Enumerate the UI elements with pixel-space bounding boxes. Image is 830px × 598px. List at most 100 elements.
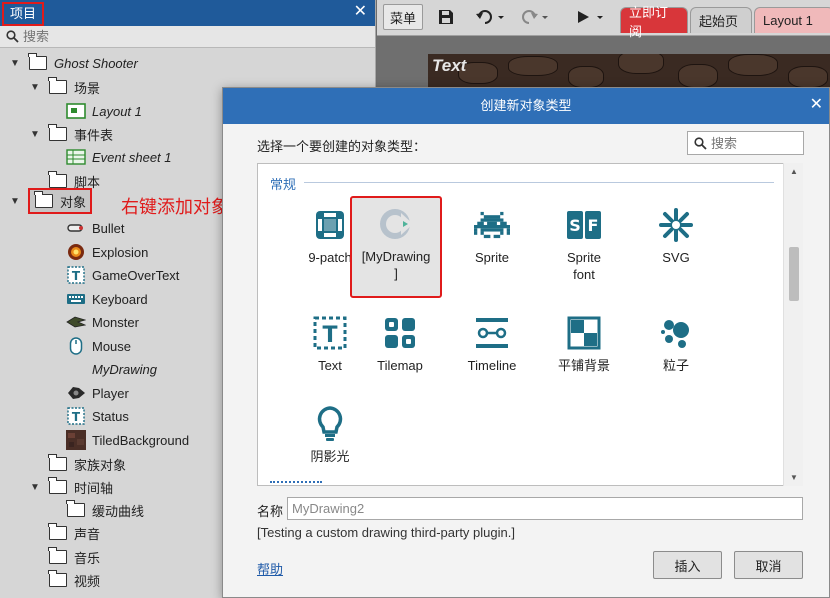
- folder-icon: [48, 477, 67, 494]
- cancel-button[interactable]: 取消: [734, 551, 803, 579]
- category-label: 常规: [270, 177, 297, 192]
- undo-icon[interactable]: [473, 4, 507, 30]
- tree-item-layout[interactable]: Layout 1: [66, 100, 142, 122]
- mouse-icon: [66, 337, 86, 355]
- type-tile-shadow-light[interactable]: 阴影光: [284, 398, 376, 485]
- type-label: Sprite: [475, 250, 509, 265]
- tree-object-item[interactable]: Monster: [66, 311, 139, 333]
- tree-folder-easing[interactable]: 缓动曲线: [66, 499, 144, 521]
- layout-canvas[interactable]: Text: [428, 54, 830, 90]
- tree-folder-scenes[interactable]: ▼ 场景: [28, 76, 100, 98]
- redo-icon[interactable]: [517, 4, 551, 30]
- tree-object-item[interactable]: Keyboard: [66, 288, 148, 310]
- tree-object-item[interactable]: MyDrawing: [66, 358, 157, 380]
- type-label: Tilemap: [377, 358, 423, 373]
- scrollbar-thumb[interactable]: [789, 247, 799, 301]
- project-panel-title: 项目: [2, 2, 45, 26]
- canvas-text-object[interactable]: Text: [432, 56, 466, 76]
- name-input[interactable]: [287, 497, 803, 520]
- type-tile-timeline[interactable]: Timeline: [446, 307, 538, 403]
- dialog-search-bar[interactable]: [687, 131, 804, 155]
- collapse-arrow-icon[interactable]: ▼: [8, 56, 22, 70]
- tree-item-label: Player: [92, 385, 129, 401]
- folder-icon: [48, 523, 67, 540]
- tree-object-item[interactable]: T Status: [66, 405, 129, 427]
- insert-button[interactable]: 插入: [653, 551, 722, 579]
- tree-item-label: Keyboard: [92, 291, 148, 307]
- tree-item-label: Event sheet 1: [92, 149, 172, 165]
- tree-item-label: Mouse: [92, 338, 132, 354]
- tiled-background-thumb-icon: [66, 430, 86, 450]
- object-type-list: 常规 9-patch [MyDrawing ] Sprite SF Sprite…: [257, 163, 803, 486]
- tree-object-item[interactable]: TiledBackground: [66, 429, 189, 451]
- type-label: [MyDrawing ]: [361, 249, 431, 281]
- shadow-light-icon: [310, 404, 350, 444]
- tree-folder-videos[interactable]: 视频: [48, 569, 100, 591]
- tree-item-label: TiledBackground: [92, 432, 190, 448]
- type-label: SVG: [662, 250, 690, 265]
- close-icon[interactable]: ✕: [354, 4, 367, 20]
- tree-object-item[interactable]: Mouse: [66, 335, 131, 357]
- main-toolbar: 菜单 立即订阅 起始页 Layout 1: [377, 0, 830, 39]
- tree-item-label: Layout 1: [92, 103, 142, 119]
- tree-item-label: MyDrawing: [92, 361, 158, 377]
- svg-text:T: T: [72, 410, 81, 424]
- scroll-up-icon[interactable]: ▲: [784, 167, 804, 176]
- help-link[interactable]: 帮助: [257, 559, 283, 578]
- tree-folder-label: 声音: [74, 526, 101, 542]
- tiled-background-icon: [564, 313, 604, 353]
- tab-start-page[interactable]: 起始页: [690, 7, 752, 33]
- tree-root[interactable]: ▼ Ghost Shooter: [8, 52, 138, 74]
- tree-folder-event-sheets[interactable]: ▼ 事件表: [28, 123, 113, 145]
- tree-folder-objects[interactable]: ▼ 对象: [8, 188, 93, 214]
- play-icon[interactable]: [573, 4, 607, 30]
- tree-folder-label: 对象: [60, 194, 87, 210]
- type-list-scrollbar[interactable]: ▲ ▼: [783, 163, 803, 486]
- type-tile-particles[interactable]: 粒子: [630, 307, 722, 403]
- tree-item-event-sheet[interactable]: Event sheet 1: [66, 146, 172, 168]
- tree-object-item[interactable]: Bullet: [66, 217, 125, 239]
- tree-folder-sounds[interactable]: 声音: [48, 522, 100, 544]
- project-search-bar[interactable]: [0, 26, 375, 48]
- tab-layout[interactable]: Layout 1: [754, 7, 830, 33]
- tree-folder-timelines[interactable]: ▼ 时间轴: [28, 476, 113, 498]
- svg-icon: [656, 205, 696, 245]
- objects-folder-highlight[interactable]: 对象: [28, 188, 93, 214]
- bullet-icon: [66, 219, 86, 237]
- search-icon: [6, 30, 19, 43]
- tree-object-item[interactable]: Player: [66, 382, 129, 404]
- collapse-arrow-icon[interactable]: ▼: [8, 194, 22, 208]
- mydrawing-icon: [376, 204, 416, 244]
- collapse-arrow-icon[interactable]: ▼: [28, 127, 42, 141]
- scroll-down-icon[interactable]: ▼: [784, 473, 804, 482]
- folder-icon: [48, 124, 67, 141]
- project-search-input[interactable]: [23, 29, 323, 44]
- collapse-arrow-icon[interactable]: ▼: [28, 80, 42, 94]
- dialog-search-input[interactable]: [711, 135, 791, 151]
- tree-item-label: Status: [92, 408, 129, 424]
- close-icon[interactable]: ✕: [810, 97, 823, 113]
- tree-item-label: Monster: [92, 314, 139, 330]
- type-tile-svg[interactable]: SVG: [630, 199, 722, 295]
- folder-icon: [28, 53, 47, 70]
- tree-folder-label: 家族对象: [74, 457, 127, 473]
- collapse-arrow-icon[interactable]: ▼: [28, 480, 42, 494]
- tree-object-item[interactable]: T GameOverText: [66, 264, 179, 286]
- text-object-icon: T: [66, 266, 86, 284]
- folder-icon: [34, 191, 53, 208]
- type-tile-mydrawing[interactable]: [MyDrawing ]: [350, 196, 442, 298]
- folder-icon: [66, 500, 85, 517]
- tab-subscribe[interactable]: 立即订阅: [620, 5, 688, 39]
- type-tile-sprite[interactable]: Sprite: [446, 199, 538, 295]
- tree-object-item[interactable]: Explosion: [66, 241, 148, 263]
- tree-folder-label: 时间轴: [74, 480, 114, 496]
- player-icon: [66, 384, 86, 402]
- type-tile-sprite-font[interactable]: SF Sprite font: [538, 199, 630, 295]
- save-icon[interactable]: [435, 4, 457, 30]
- particles-icon: [656, 313, 696, 353]
- type-tile-tiled-background[interactable]: 平铺背景: [538, 307, 630, 403]
- menu-button[interactable]: 菜单: [383, 4, 423, 30]
- tree-folder-music[interactable]: 音乐: [48, 546, 100, 568]
- type-tile-tilemap[interactable]: Tilemap: [354, 307, 446, 403]
- tree-folder-families[interactable]: 家族对象: [48, 453, 126, 475]
